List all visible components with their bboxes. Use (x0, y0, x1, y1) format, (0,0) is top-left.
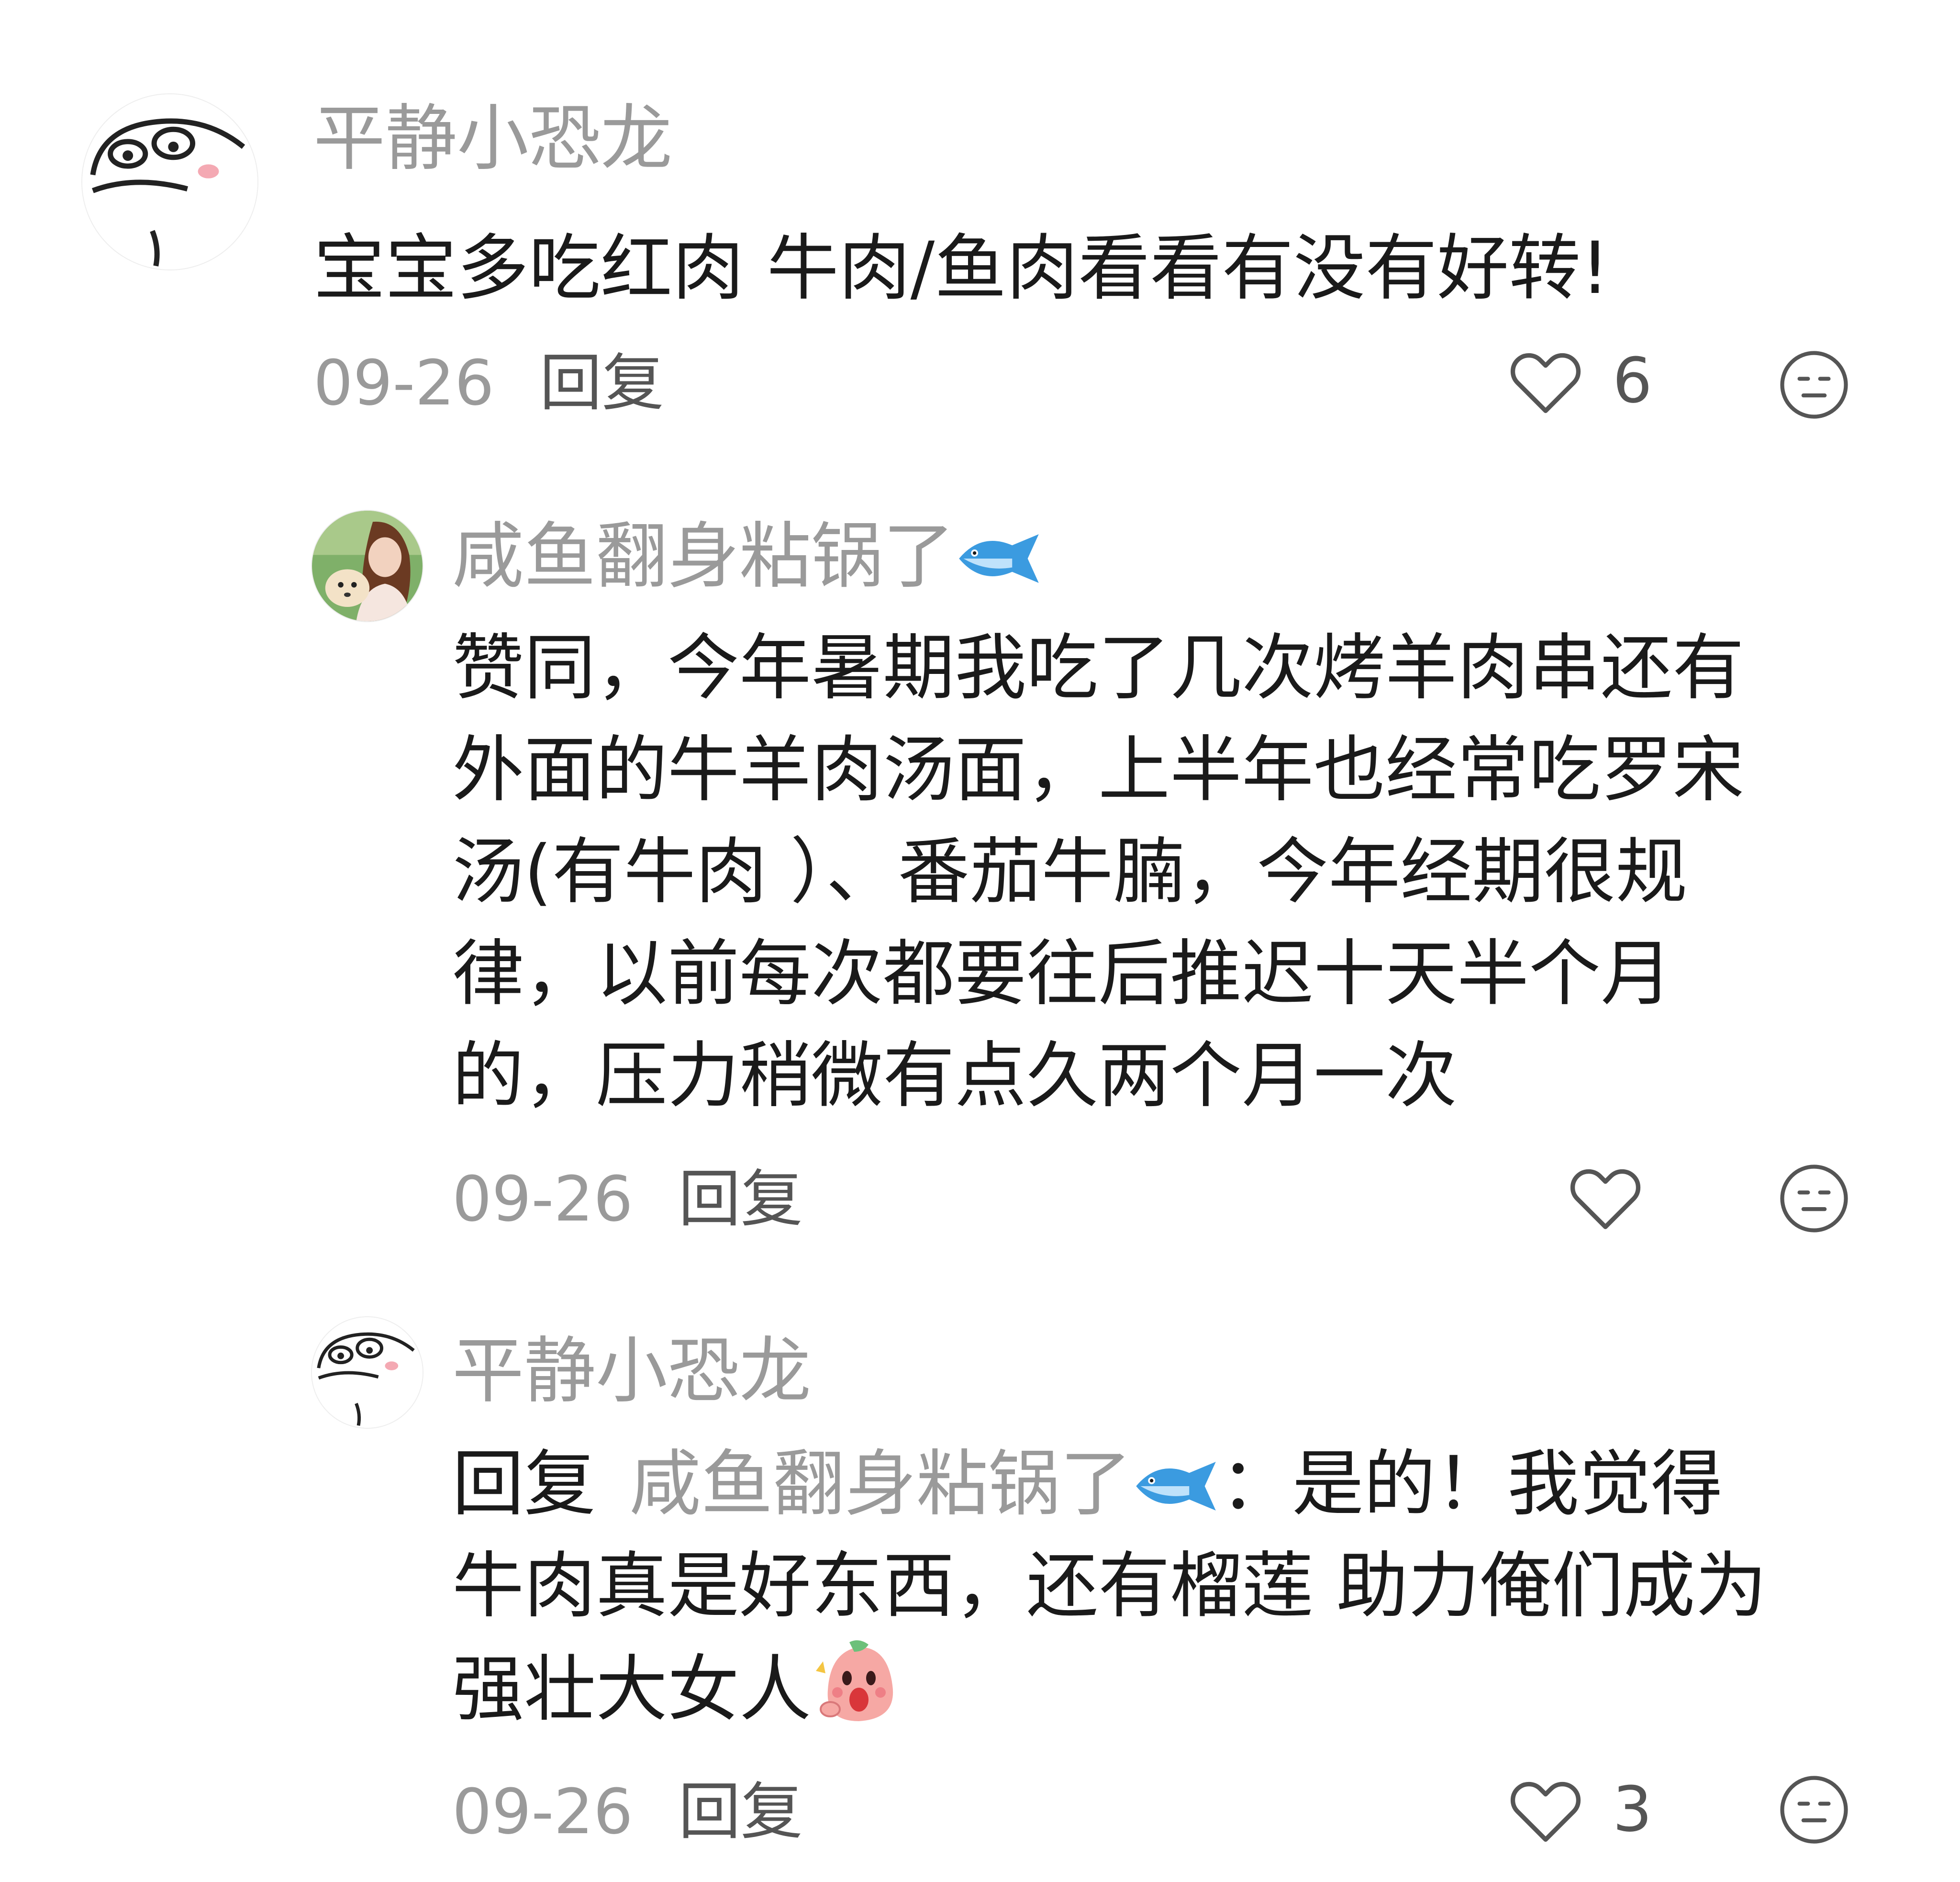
comment-date: 09-26 (452, 1775, 633, 1848)
cartoon-bun-face-icon (82, 94, 257, 269)
reply-target-username[interactable]: 咸鱼翻身粘锅了 (629, 1443, 1220, 1526)
heart-outline-icon (1510, 1781, 1581, 1842)
like-button[interactable] (1567, 1161, 1672, 1232)
like-button[interactable]: 6 (1507, 345, 1652, 416)
username-text: 咸鱼翻身粘锅了 (452, 515, 955, 598)
neutral-face-icon (1780, 1165, 1848, 1232)
cartoon-bun-face-icon (312, 1317, 423, 1428)
woman-with-dog-photo-icon (312, 511, 423, 621)
like-count: 3 (1613, 1773, 1652, 1846)
reply-target-text: 咸鱼翻身粘锅了 (629, 1443, 1132, 1526)
reaction-button[interactable] (1778, 1162, 1850, 1235)
comment-text-line: 强壮大女人 (452, 1637, 1767, 1741)
comment-text-segment: 强壮大女人 (452, 1648, 812, 1731)
comment-text-line: 赞同，今年暑期我吃了几次烤羊肉串还有 (452, 627, 1745, 710)
reply-button[interactable]: 回复 (679, 1781, 803, 1843)
comment-date: 09-26 (313, 347, 494, 419)
reply-prefix: 回复 (452, 1443, 596, 1526)
comment-meta: 09-26 回复 (313, 352, 664, 414)
comment-text-line: 外面的牛羊肉汤面，上半年也经常吃罗宋 (452, 728, 1745, 812)
reply-button[interactable]: 回复 (679, 1168, 803, 1230)
like-button[interactable]: 3 (1507, 1773, 1652, 1845)
neutral-face-icon (1780, 1776, 1848, 1844)
neutral-face-icon (1780, 351, 1848, 419)
comment-text-line: 牛肉真是好东西，还有榴莲 助力俺们成为 (452, 1545, 1767, 1628)
comment-meta: 09-26 回复 (452, 1168, 803, 1230)
comment-text-segment: ：是的！我觉得 (1220, 1443, 1723, 1526)
reply-button[interactable]: 回复 (540, 352, 664, 414)
avatar[interactable] (311, 1316, 423, 1429)
avatar[interactable] (311, 510, 423, 622)
comment-text-line: 的，压力稍微有点久两个月一次 (452, 1034, 1458, 1118)
comment-text: 回复 咸鱼翻身粘锅了 ：是的！我觉得 牛肉真是好东西，还有榴莲 助力俺们成为 强壮… (452, 1434, 1767, 1741)
comment-text-line: 律，以前每次都要往后推迟十天半个月 (452, 932, 1673, 1016)
comment-text: 赞同，今年暑期我吃了几次烤羊肉串还有 外面的牛羊肉汤面，上半年也经常吃罗宋 汤(… (452, 617, 1744, 1127)
like-count: 6 (1613, 344, 1652, 417)
reaction-button[interactable] (1778, 348, 1850, 421)
username[interactable]: 平静小恐龙 (313, 103, 672, 175)
comment-text-line: 回复 咸鱼翻身粘锅了 ：是的！我觉得 (452, 1434, 1767, 1535)
comment-text: 宝宝多吃红肉 牛肉/鱼肉看看有没有好转! (313, 218, 1609, 320)
fish-icon (959, 534, 1039, 583)
pink-cheering-blob-emoji (816, 1640, 893, 1721)
avatar[interactable] (81, 93, 258, 270)
username[interactable]: 平静小恐龙 (452, 1335, 811, 1407)
comment-text-line: 宝宝多吃红肉 牛肉/鱼肉看看有没有好转! (313, 227, 1610, 310)
comment-date: 09-26 (452, 1163, 633, 1235)
heart-outline-icon (1570, 1169, 1641, 1229)
comment-text-line: 汤(有牛肉 ）、番茄牛腩，今年经期很规 (452, 830, 1688, 914)
reaction-button[interactable] (1778, 1773, 1850, 1846)
comment-meta: 09-26 回复 (452, 1781, 803, 1843)
heart-outline-icon (1510, 353, 1581, 413)
fish-icon (1136, 1462, 1216, 1511)
username[interactable]: 咸鱼翻身粘锅了 (452, 521, 1043, 593)
